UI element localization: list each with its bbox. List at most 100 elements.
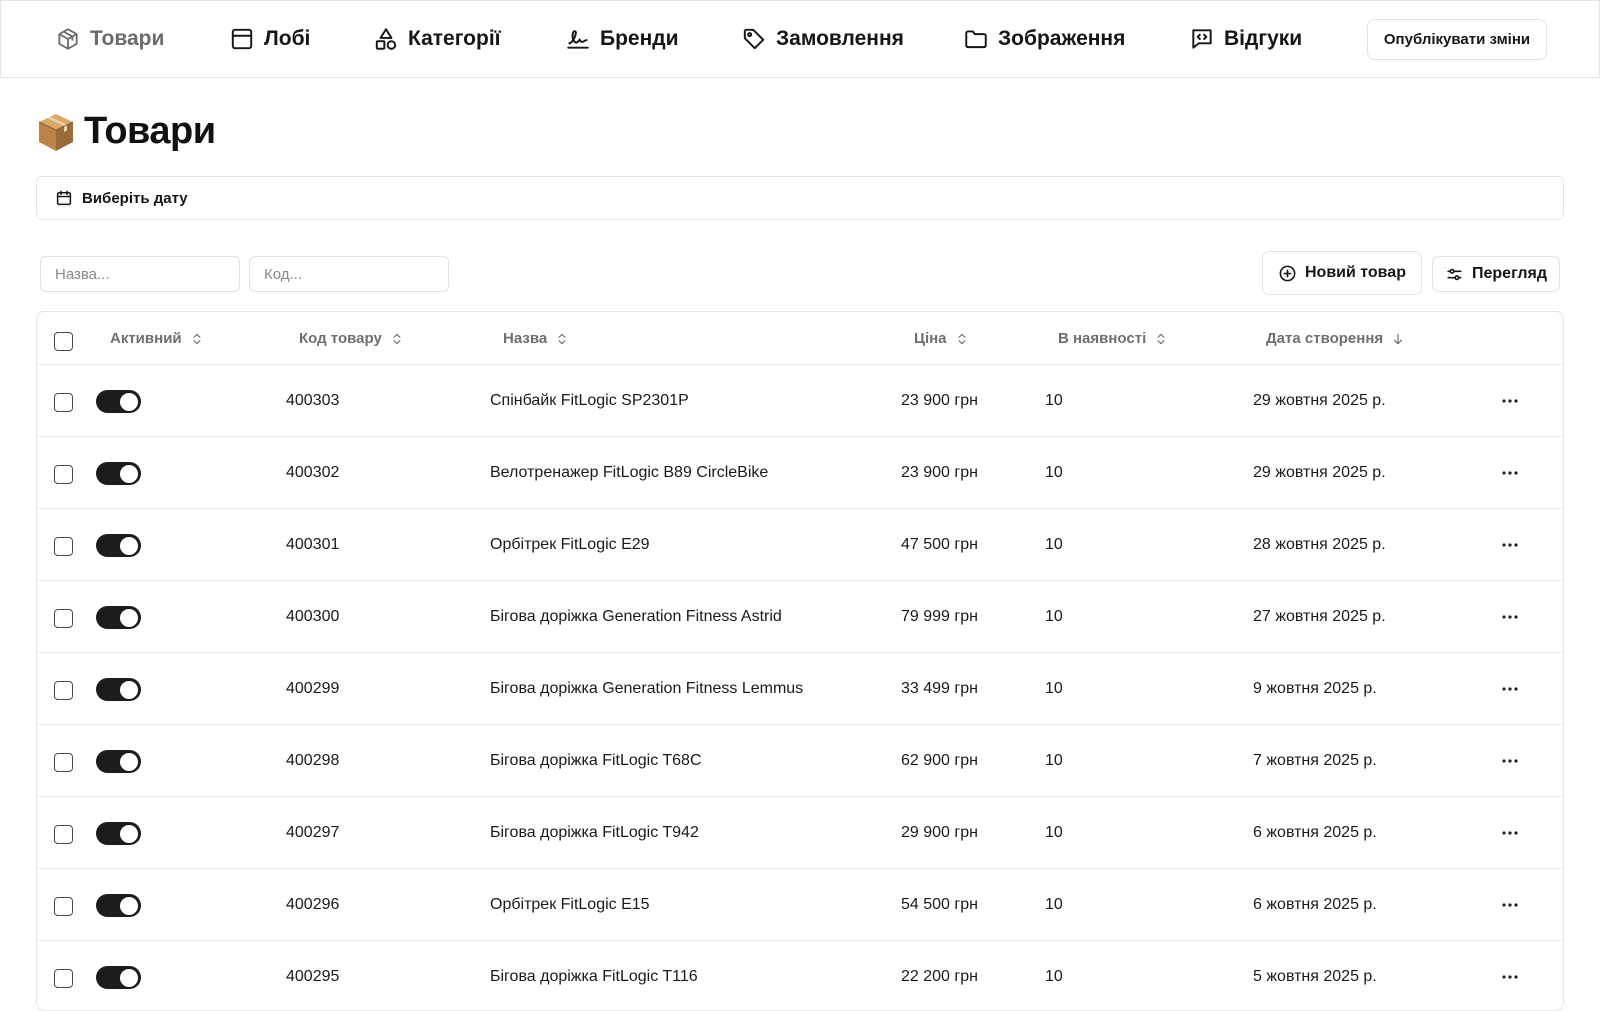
row-checkbox[interactable] — [54, 825, 73, 844]
row-actions-button[interactable] — [1499, 537, 1521, 553]
sliders-icon — [1447, 268, 1462, 280]
row-actions-button[interactable] — [1499, 753, 1521, 769]
nav-item-products[interactable]: Товари — [55, 1, 164, 77]
row-actions-button[interactable] — [1499, 969, 1521, 985]
column-header-price[interactable]: Ціна — [914, 312, 969, 365]
code-filter-input[interactable] — [249, 256, 449, 292]
nav-item-reviews[interactable]: Відгуки — [1189, 1, 1302, 77]
product-stock: 10 — [1045, 680, 1063, 697]
active-toggle[interactable] — [96, 462, 141, 485]
row-checkbox[interactable] — [54, 969, 73, 988]
row-actions-button[interactable] — [1499, 393, 1521, 409]
date-picker[interactable]: Виберіть дату — [36, 176, 1564, 220]
product-created-date: 27 жовтня 2025 р. — [1253, 608, 1386, 625]
row-checkbox[interactable] — [54, 393, 73, 412]
product-name: Орбітрек FitLogic E15 — [490, 896, 650, 913]
table-row[interactable]: 400297 Бігова доріжка FitLogic T942 29 9… — [37, 797, 1563, 869]
sort-icon — [958, 333, 966, 344]
table-row[interactable]: 400296 Орбітрек FitLogic E15 54 500 грн … — [37, 869, 1563, 941]
active-toggle[interactable] — [96, 606, 141, 629]
nav-item-brands[interactable]: Бренди — [565, 1, 679, 77]
name-filter-input[interactable] — [40, 256, 240, 292]
nav-label: Товари — [90, 27, 165, 50]
column-header-stock[interactable]: В наявності — [1058, 312, 1168, 365]
active-toggle[interactable] — [96, 822, 141, 845]
nav-item-categories[interactable]: Категорії — [373, 1, 501, 77]
toggle-knob — [120, 392, 138, 411]
nav-label: Категорії — [408, 27, 501, 50]
view-options-button[interactable]: Перегляд — [1432, 256, 1560, 292]
calendar-icon — [56, 190, 72, 206]
sort-icon — [558, 333, 566, 344]
column-label: Код товару — [299, 330, 382, 347]
product-created-date: 9 жовтня 2025 р. — [1253, 680, 1377, 697]
column-header-code[interactable]: Код товару — [299, 312, 404, 365]
product-code: 400301 — [286, 536, 340, 553]
product-created-date: 29 жовтня 2025 р. — [1253, 392, 1386, 409]
table-row[interactable]: 400299 Бігова доріжка Generation Fitness… — [37, 653, 1563, 725]
toggle-knob — [120, 464, 138, 483]
nav-item-orders[interactable]: Замовлення — [741, 1, 904, 77]
table-row[interactable]: 400303 Спінбайк FitLogic SP2301P 23 900 … — [37, 365, 1563, 437]
row-actions-button[interactable] — [1499, 897, 1521, 913]
active-toggle[interactable] — [96, 894, 141, 917]
select-all-checkbox[interactable] — [54, 332, 73, 351]
product-stock: 10 — [1045, 536, 1063, 553]
row-actions-button[interactable] — [1499, 825, 1521, 841]
table-row[interactable]: 400298 Бігова доріжка FitLogic T68C 62 9… — [37, 725, 1563, 797]
nav-item-images[interactable]: Зображення — [963, 1, 1125, 77]
toggle-knob — [120, 608, 138, 627]
new-product-button[interactable]: Новий товар — [1262, 251, 1422, 295]
row-checkbox[interactable] — [54, 897, 73, 916]
product-name: Бігова доріжка FitLogic T68C — [490, 752, 702, 769]
table-row[interactable]: 400300 Бігова доріжка Generation Fitness… — [37, 581, 1563, 653]
product-code: 400296 — [286, 896, 340, 913]
publish-changes-button[interactable]: Опублікувати зміни — [1367, 19, 1547, 60]
more-horizontal-icon — [1502, 543, 1518, 547]
product-created-date: 29 жовтня 2025 р. — [1253, 464, 1386, 481]
product-price: 33 499 грн — [901, 680, 978, 697]
row-checkbox[interactable] — [54, 681, 73, 700]
product-stock: 10 — [1045, 464, 1063, 481]
signature-icon — [567, 30, 589, 49]
product-code: 400299 — [286, 680, 340, 697]
row-checkbox[interactable] — [54, 537, 73, 556]
product-name: Бігова доріжка Generation Fitness Lemmus — [490, 680, 804, 697]
table-row[interactable]: 400301 Орбітрек FitLogic E29 47 500 грн … — [37, 509, 1563, 581]
sort-icon — [1157, 333, 1165, 344]
active-toggle[interactable] — [96, 750, 141, 773]
table-row[interactable]: 400295 Бігова доріжка FitLogic T116 22 2… — [37, 941, 1563, 1010]
column-header-created[interactable]: Дата створення — [1266, 312, 1405, 365]
package-icon — [58, 28, 78, 50]
product-price: 23 900 грн — [901, 464, 978, 481]
more-horizontal-icon — [1502, 831, 1518, 835]
active-toggle[interactable] — [96, 534, 141, 557]
nav-item-lobby[interactable]: Лобі — [229, 1, 310, 77]
active-toggle[interactable] — [96, 390, 141, 413]
row-checkbox[interactable] — [54, 753, 73, 772]
product-name: Бігова доріжка FitLogic T116 — [490, 968, 698, 985]
top-navigation: Товари Лобі Категорії Бренди Замовлення … — [0, 0, 1600, 78]
row-checkbox[interactable] — [54, 609, 73, 628]
more-horizontal-icon — [1502, 759, 1518, 763]
product-name: Бігова доріжка FitLogic T942 — [490, 824, 699, 841]
row-actions-button[interactable] — [1499, 681, 1521, 697]
row-actions-button[interactable] — [1499, 609, 1521, 625]
plus-circle-icon — [1279, 265, 1296, 281]
active-toggle[interactable] — [96, 966, 141, 989]
product-price: 47 500 грн — [901, 536, 978, 553]
active-toggle[interactable] — [96, 678, 141, 701]
column-header-name[interactable]: Назва — [503, 312, 569, 365]
product-code: 400298 — [286, 752, 340, 769]
more-horizontal-icon — [1502, 615, 1518, 619]
table-row[interactable]: 400302 Велотренажер FitLogic B89 CircleB… — [37, 437, 1563, 509]
row-actions-button[interactable] — [1499, 465, 1521, 481]
product-name: Орбітрек FitLogic E29 — [490, 536, 650, 553]
product-stock: 10 — [1045, 752, 1063, 769]
nav-label: Відгуки — [1224, 27, 1303, 50]
column-header-active[interactable]: Активний — [110, 312, 204, 365]
row-checkbox[interactable] — [54, 465, 73, 484]
product-price: 29 900 грн — [901, 824, 978, 841]
product-stock: 10 — [1045, 968, 1063, 985]
sort-icon — [393, 333, 401, 344]
